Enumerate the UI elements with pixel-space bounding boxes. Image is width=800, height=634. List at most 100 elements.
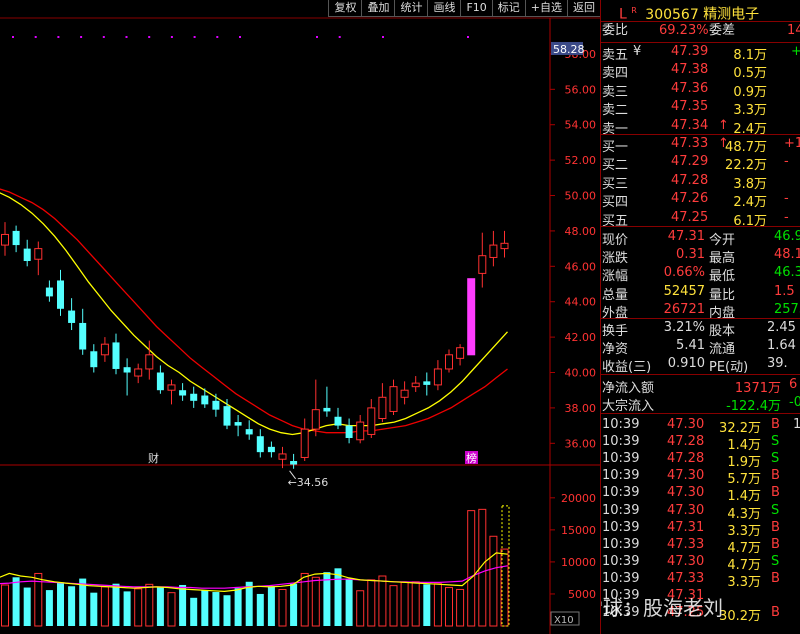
- buy-change: -: [784, 154, 789, 170]
- tick-time: 10:39: [602, 553, 640, 569]
- top-dot: [216, 36, 219, 38]
- volume-bar: [167, 592, 176, 627]
- sell-label: 卖二: [602, 103, 629, 119]
- candle-body: [57, 280, 64, 309]
- top-dot: [382, 36, 384, 38]
- sell-label: 卖四: [602, 66, 629, 82]
- tick-price: 47.33: [667, 570, 705, 586]
- tick-price: 47.28: [667, 434, 705, 450]
- volume-bar: [433, 583, 442, 627]
- candle-body: [201, 395, 209, 405]
- quote-label-2: 量比: [709, 287, 736, 303]
- kline-chart[interactable]: 58.0056.0054.0052.0050.0048.0046.0044.00…: [0, 0, 600, 634]
- candle-body: [68, 310, 76, 323]
- fund-label-2: 流通: [709, 342, 736, 358]
- top-dot: [102, 36, 105, 38]
- toolbar-button-3[interactable]: 画线: [427, 0, 461, 17]
- candle-body: [256, 436, 264, 453]
- candle-body: [156, 372, 164, 391]
- price-tick-label: 40.00: [565, 367, 597, 380]
- committee-diff-value: 14: [787, 23, 800, 38]
- marker-bang: 榜: [466, 451, 477, 465]
- candle-body: [212, 400, 220, 410]
- tick-side: S: [771, 451, 780, 467]
- tick-side: B: [771, 485, 780, 501]
- candle-body: [290, 461, 298, 465]
- toolbar-button-6[interactable]: +自选: [524, 0, 567, 17]
- sell-volume: 0.9万: [733, 84, 767, 100]
- fund-label: 净资: [602, 342, 629, 358]
- toolbar-button-2[interactable]: 统计: [394, 0, 428, 17]
- candle-body: [323, 407, 331, 412]
- buy-label: 买四: [602, 195, 629, 211]
- tick-price: 47.30: [667, 468, 705, 484]
- volume-multiplier: X10: [554, 615, 574, 626]
- quote-value: 0.66%: [663, 265, 705, 281]
- top-dot: [467, 36, 469, 38]
- tick-price: 47.30: [667, 417, 705, 432]
- volume-bar: [489, 535, 498, 627]
- top-dot: [57, 36, 60, 38]
- fund-value: 0.910: [667, 356, 705, 372]
- candle-body: [267, 446, 275, 453]
- candle-body: [345, 425, 353, 438]
- quote-value: 0.31: [676, 247, 705, 263]
- buy-price: 47.28: [671, 172, 709, 188]
- candle-body: [34, 248, 43, 260]
- sell-price: 47.38: [671, 62, 709, 78]
- tick-price: 47.33: [667, 536, 705, 552]
- toolbar-button-7[interactable]: 返回: [567, 0, 600, 17]
- volume-bar: [212, 592, 220, 626]
- candle-body: [179, 390, 187, 396]
- price-tick-label: 46.00: [565, 260, 597, 273]
- candle-body: [123, 367, 131, 373]
- sell-label: 卖三: [602, 84, 629, 100]
- quote-value-2: 46.9: [774, 229, 800, 244]
- volume-bar: [156, 587, 164, 626]
- volume-bar: [57, 582, 64, 626]
- price-tick-label: 38.00: [565, 402, 597, 415]
- fund-label: 收益(三): [602, 360, 652, 376]
- fund-value-2: 1.64: [767, 338, 796, 354]
- tick-time: 10:39: [602, 485, 640, 501]
- buy-change: -: [784, 209, 789, 225]
- sell-price: 47.36: [671, 80, 709, 96]
- top-dot: [338, 36, 341, 38]
- volume-bar: [356, 590, 365, 627]
- buy-price: 47.26: [671, 191, 709, 207]
- volume-bar: [179, 584, 187, 626]
- candle-body: [489, 244, 498, 258]
- quote-value: 47.31: [667, 229, 705, 244]
- price-tick-label: 42.00: [565, 331, 597, 344]
- candles: [1, 222, 509, 469]
- quote-label-2: 最高: [709, 251, 736, 267]
- volume-bar: [12, 577, 20, 626]
- toolbar-button-0[interactable]: 复权: [328, 0, 362, 17]
- tick-price: 47.31: [667, 519, 705, 535]
- flow-extra: 6: [789, 377, 798, 392]
- toolbar-button-1[interactable]: 叠加: [361, 0, 395, 17]
- candle-body: [234, 422, 242, 426]
- volume-bar: [245, 581, 253, 626]
- buy-volume: 2.4万: [733, 195, 767, 211]
- tick-time: 10:39: [602, 468, 640, 484]
- sell-change: +1: [791, 44, 800, 59]
- quote-value: 26721: [663, 301, 705, 317]
- volume-bar: [68, 586, 76, 626]
- toolbar-button-4[interactable]: F10: [460, 0, 492, 17]
- price-tick-label: 50.00: [565, 190, 597, 203]
- flow-label: 大宗流入: [602, 399, 655, 415]
- quote-label-2: 今开: [709, 233, 736, 248]
- candle-body: [12, 230, 20, 246]
- volume-bar: [290, 583, 298, 626]
- top-dot: [170, 36, 173, 38]
- tick-side: B: [771, 468, 780, 484]
- tick-time: 10:39: [602, 502, 640, 518]
- price-tick-label: 54.00: [565, 119, 597, 132]
- volume-bar: [389, 585, 398, 627]
- tick-side: S: [771, 434, 780, 450]
- tick-side: B: [771, 570, 780, 586]
- tick-time: 10:39: [602, 434, 640, 450]
- toolbar-button-5[interactable]: 标记: [491, 0, 525, 17]
- volume-bar: [23, 587, 31, 626]
